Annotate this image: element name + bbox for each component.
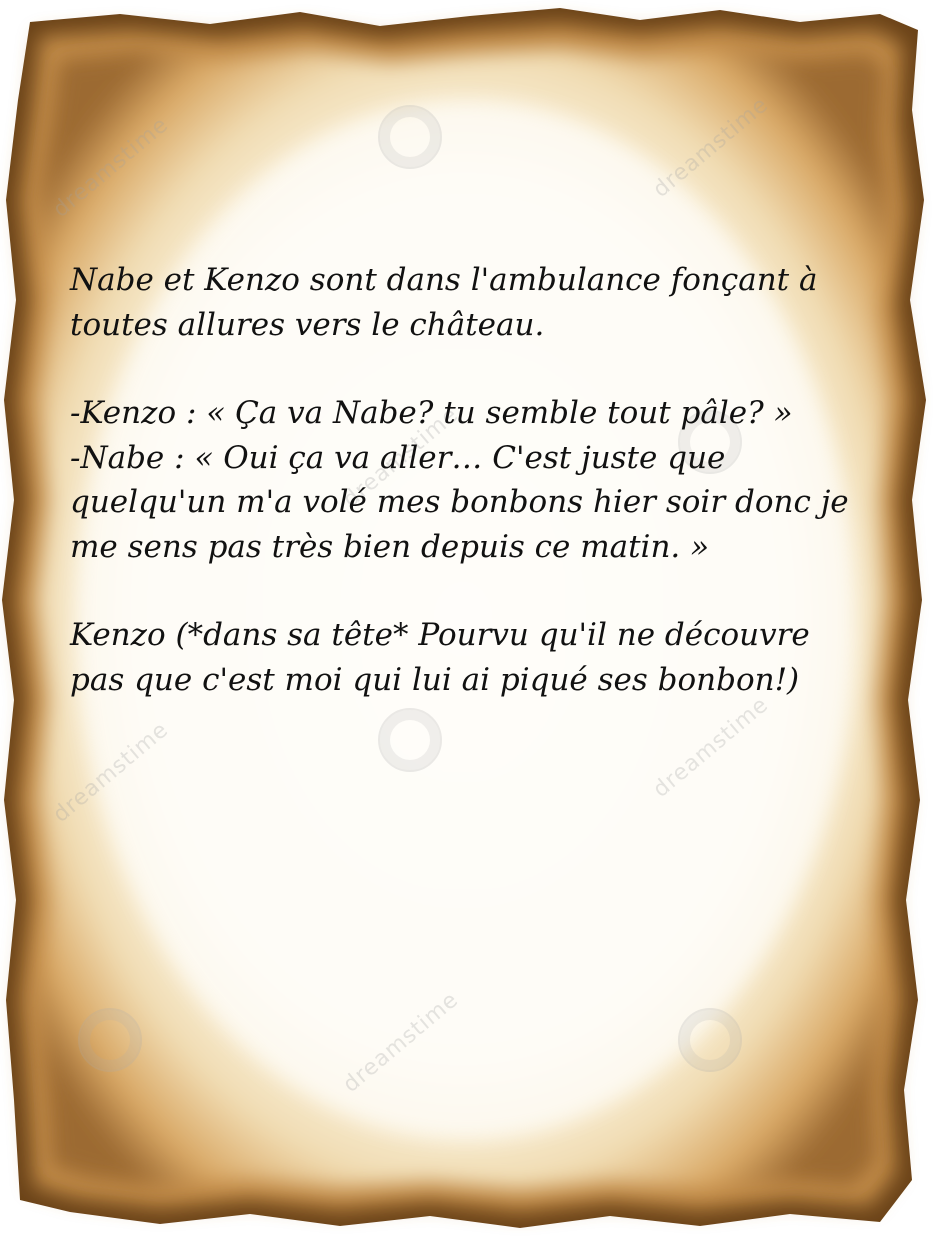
watermark-spiral-icon xyxy=(78,1008,142,1072)
narration-intro: Nabe et Kenzo sont dans l'ambulance fonç… xyxy=(70,262,828,343)
dialogue-kenzo: -Kenzo : « Ça va Nabe? tu semble tout pâ… xyxy=(70,395,793,431)
narration-kenzo-thought: Kenzo (*dans sa tête* Pourvu qu'il ne dé… xyxy=(70,617,820,698)
watermark-spiral-icon xyxy=(378,105,442,169)
story-text: Nabe et Kenzo sont dans l'ambulance fonç… xyxy=(70,258,870,702)
dialogue-nabe: -Nabe : « Oui ça va aller… C'est juste q… xyxy=(70,439,859,565)
watermark-spiral-icon xyxy=(378,708,442,772)
watermark-spiral-icon xyxy=(678,1008,742,1072)
